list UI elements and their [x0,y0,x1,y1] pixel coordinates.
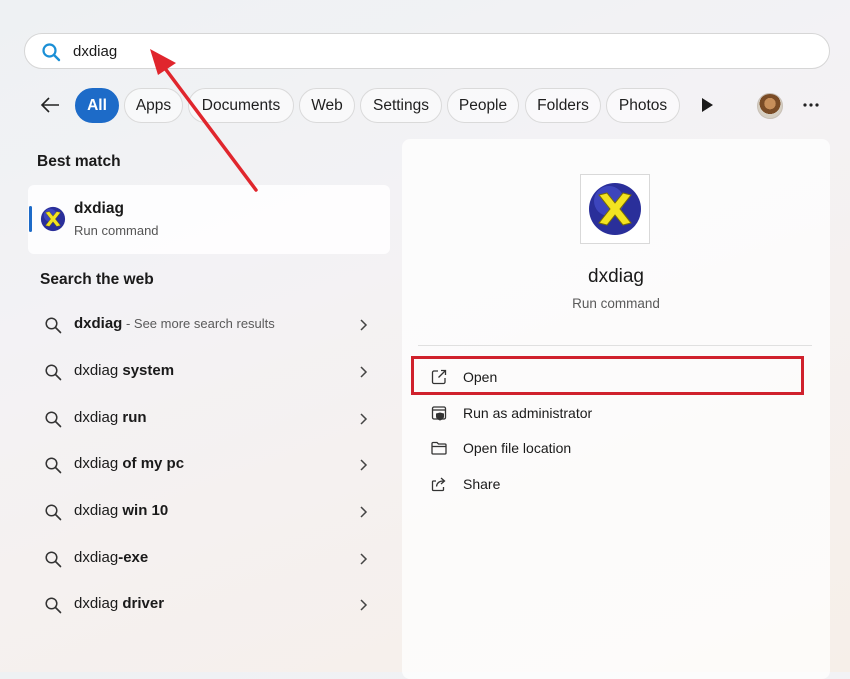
best-match-name: dxdiag [74,200,124,217]
web-result-item[interactable]: dxdiag system [28,350,390,394]
back-arrow-icon[interactable] [38,93,62,117]
web-result-label: dxdiag run [74,409,147,426]
chevron-right-icon [360,599,368,611]
selection-indicator [29,206,32,232]
web-result-label: dxdiag win 10 [74,502,169,519]
best-match-type: Run command [74,223,159,238]
share-label: Share [463,476,501,492]
more-options-icon[interactable] [803,103,819,107]
search-icon [42,43,61,62]
web-result-item[interactable]: dxdiag - See more search results [28,303,390,347]
directx-icon [589,183,641,235]
search-icon [45,364,62,381]
web-result-item[interactable]: dxdiag win 10 [28,490,390,534]
chevron-right-icon [360,366,368,378]
web-result-label: dxdiag - See more search results [74,315,275,332]
web-result-label: dxdiag system [74,362,175,379]
web-result-item[interactable]: dxdiag run [28,397,390,441]
run-as-admin-label: Run as administrator [463,405,593,421]
web-result-label: dxdiag driver [74,595,165,612]
directx-icon [40,206,66,232]
chevron-right-icon [360,506,368,518]
folder-icon [431,441,447,455]
web-result-item[interactable]: dxdiag-exe [28,537,390,581]
search-icon [45,317,62,334]
shield-admin-icon [431,406,447,421]
search-icon [45,597,62,614]
app-type: Run command [572,296,660,311]
share-action[interactable]: Share [412,466,802,502]
filter-all[interactable]: All [75,88,119,123]
best-match-item[interactable] [28,185,390,254]
filter-web[interactable]: Web [299,88,355,123]
share-icon [431,477,446,492]
web-result-label: dxdiag of my pc [74,455,185,472]
search-web-heading: Search the web [40,271,154,288]
chevron-right-icon [360,553,368,565]
best-match-heading: Best match [37,153,121,170]
web-result-item[interactable]: dxdiag of my pc [28,443,390,487]
filter-people[interactable]: People [447,88,519,123]
annotation-arrow [150,49,258,192]
chevron-right-icon [360,413,368,425]
filter-photos[interactable]: Photos [606,88,680,123]
divider [418,345,812,346]
filter-folders[interactable]: Folders [525,88,601,123]
chevron-right-icon [360,459,368,471]
web-result-item[interactable]: dxdiag driver [28,583,390,627]
search-icon [45,457,62,474]
search-icon [45,411,62,428]
play-icon[interactable] [700,97,714,113]
open-file-location-label: Open file location [463,440,572,456]
chevron-right-icon [360,319,368,331]
open-file-location-action[interactable]: Open file location [412,430,802,466]
web-result-label: dxdiag-exe [74,549,149,566]
search-icon [45,504,62,521]
avatar[interactable] [757,93,783,119]
open-highlight-box [411,356,804,395]
search-input[interactable]: dxdiag [73,43,117,60]
filter-settings[interactable]: Settings [360,88,442,123]
run-as-admin-action[interactable]: Run as administrator [412,395,802,431]
search-icon [45,551,62,568]
app-name: dxdiag [588,266,644,287]
